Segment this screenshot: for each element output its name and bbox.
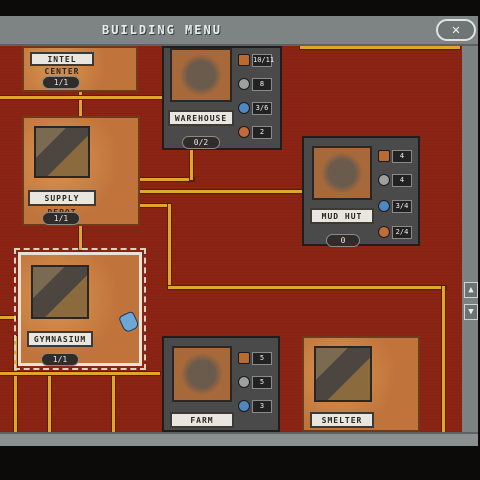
window-bottom-bar [0,432,478,446]
wood-cost: 10/11 [252,54,274,67]
building-card-warehouse[interactable]: WAREHOUSE 0/2 10/11 8 3/6 2 [162,46,282,150]
path [168,286,446,289]
gem-cost: 3/4 [392,200,412,213]
wood-cost: 5 [252,352,272,365]
building-card-smelter[interactable]: SMELTER [302,336,420,432]
path [79,224,82,250]
wood-cost: 4 [392,150,412,163]
window-title: BUILDING MENU [102,23,222,37]
path [0,372,160,375]
wood-icon [378,150,390,162]
path [168,204,171,288]
building-name: FARM [170,412,234,428]
window-titlebar [0,16,478,46]
building-name: SMELTER [310,412,374,428]
stone-cost: 8 [252,78,272,91]
close-button[interactable]: ✕ [436,19,476,41]
building-card-supply-depot[interactable]: SUPPLY DEPOT 1/1 [22,116,140,226]
wood-icon [238,352,250,364]
gymnasium-image [31,265,89,319]
path [0,96,166,99]
gem-icon [238,102,250,114]
building-card-farm[interactable]: FARM 5 5 3 [162,336,280,432]
building-name: MUD HUT [310,208,374,224]
path [140,190,302,193]
ore-icon [378,226,390,238]
warehouse-image [170,48,232,102]
gem-cost: 3/6 [252,102,272,115]
path [190,146,193,180]
building-name: SUPPLY DEPOT [28,190,96,217]
path [48,372,51,432]
smelter-image [314,346,372,402]
bottom-border [0,446,480,480]
mud-hut-image [312,146,372,200]
wood-icon [238,54,250,66]
path [79,90,82,116]
path [0,316,16,319]
building-name: INTEL CENTER [30,52,94,76]
stone-icon [238,78,250,90]
farm-image [172,346,232,402]
building-count: 1/1 [41,353,79,366]
building-card-intel-center[interactable]: INTEL CENTER 1/1 [22,46,138,92]
path [442,286,445,432]
path [300,46,460,49]
building-count: 0 [326,234,360,247]
stone-icon [238,376,250,388]
gem-icon [378,200,390,212]
stone-icon [378,174,390,186]
building-name: GYMNASIUM [27,331,93,347]
building-count: 0/2 [182,136,220,149]
scroll-down-button[interactable]: ▼ [464,304,478,320]
top-border [0,0,480,16]
path [140,204,170,207]
building-count: 1/1 [42,212,80,225]
pointer-hand-icon [117,310,141,334]
building-name: WAREHOUSE [168,110,234,126]
path [140,178,194,181]
building-card-mud-hut[interactable]: MUD HUT 0 4 4 3/4 2/4 [302,136,420,247]
scrollbar[interactable] [462,46,478,432]
ore-icon [238,126,250,138]
gem-icon [238,400,250,412]
supply-depot-image [34,126,90,178]
ore-cost: 2/4 [392,226,412,239]
path [14,336,17,432]
gem-cost: 3 [252,400,272,413]
stone-cost: 5 [252,376,272,389]
path [112,372,115,432]
scroll-up-button[interactable]: ▲ [464,282,478,298]
ore-cost: 2 [252,126,272,139]
building-count: 1/1 [42,76,80,89]
building-map: INTEL CENTER 1/1 SUPPLY DEPOT 1/1 GYMNAS… [0,46,462,432]
stone-cost: 4 [392,174,412,187]
building-card-gymnasium[interactable]: GYMNASIUM 1/1 [14,248,146,370]
